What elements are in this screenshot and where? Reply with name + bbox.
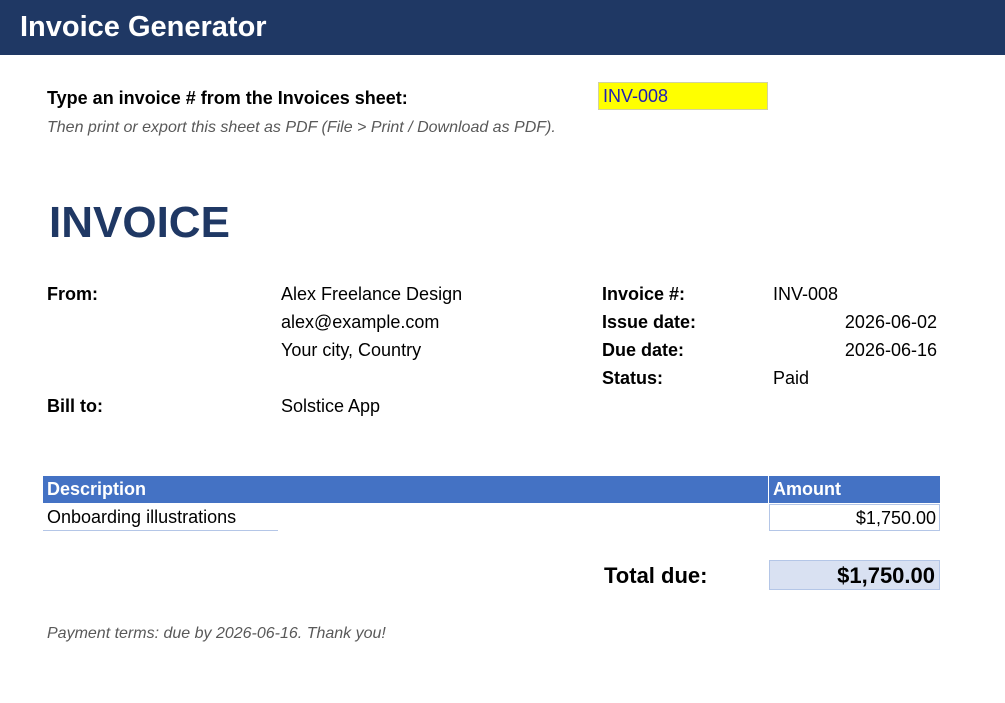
from-name: Alex Freelance Design bbox=[281, 284, 463, 304]
invoice-number-label: Invoice #: bbox=[602, 284, 686, 304]
issue-date-label: Issue date: bbox=[602, 312, 697, 332]
due-date-value: 2026-06-16 bbox=[844, 340, 937, 360]
print-hint: Then print or export this sheet as PDF (… bbox=[47, 119, 556, 136]
from-address: Your city, Country bbox=[281, 340, 422, 360]
invoice-number-value: INV-008 bbox=[773, 284, 839, 304]
due-date-label: Due date: bbox=[602, 340, 685, 360]
invoice-number-input[interactable] bbox=[598, 82, 768, 110]
line-item-description[interactable]: Onboarding illustrations bbox=[43, 504, 278, 531]
bill-to-value: Solstice App bbox=[281, 396, 381, 416]
invoice-number-prompt-label: Type an invoice # from the Invoices shee… bbox=[47, 88, 408, 108]
from-email: alex@example.com bbox=[281, 312, 440, 332]
table-header-amount: Amount bbox=[769, 476, 940, 503]
app-title: Invoice Generator bbox=[20, 11, 267, 43]
from-label: From: bbox=[47, 284, 98, 304]
status-value: Paid bbox=[773, 368, 810, 388]
line-item-amount[interactable]: $1,750.00 bbox=[769, 504, 940, 531]
total-due-label: Total due: bbox=[604, 563, 708, 588]
invoice-heading: INVOICE bbox=[49, 198, 230, 247]
total-due-value: $1,750.00 bbox=[769, 560, 940, 590]
status-label: Status: bbox=[602, 368, 664, 388]
table-header-description: Description bbox=[43, 476, 768, 503]
title-bar: Invoice Generator bbox=[0, 0, 1005, 55]
payment-terms: Payment terms: due by 2026-06-16. Thank … bbox=[47, 625, 386, 642]
bill-to-label: Bill to: bbox=[47, 396, 103, 416]
issue-date-value: 2026-06-02 bbox=[844, 312, 937, 332]
